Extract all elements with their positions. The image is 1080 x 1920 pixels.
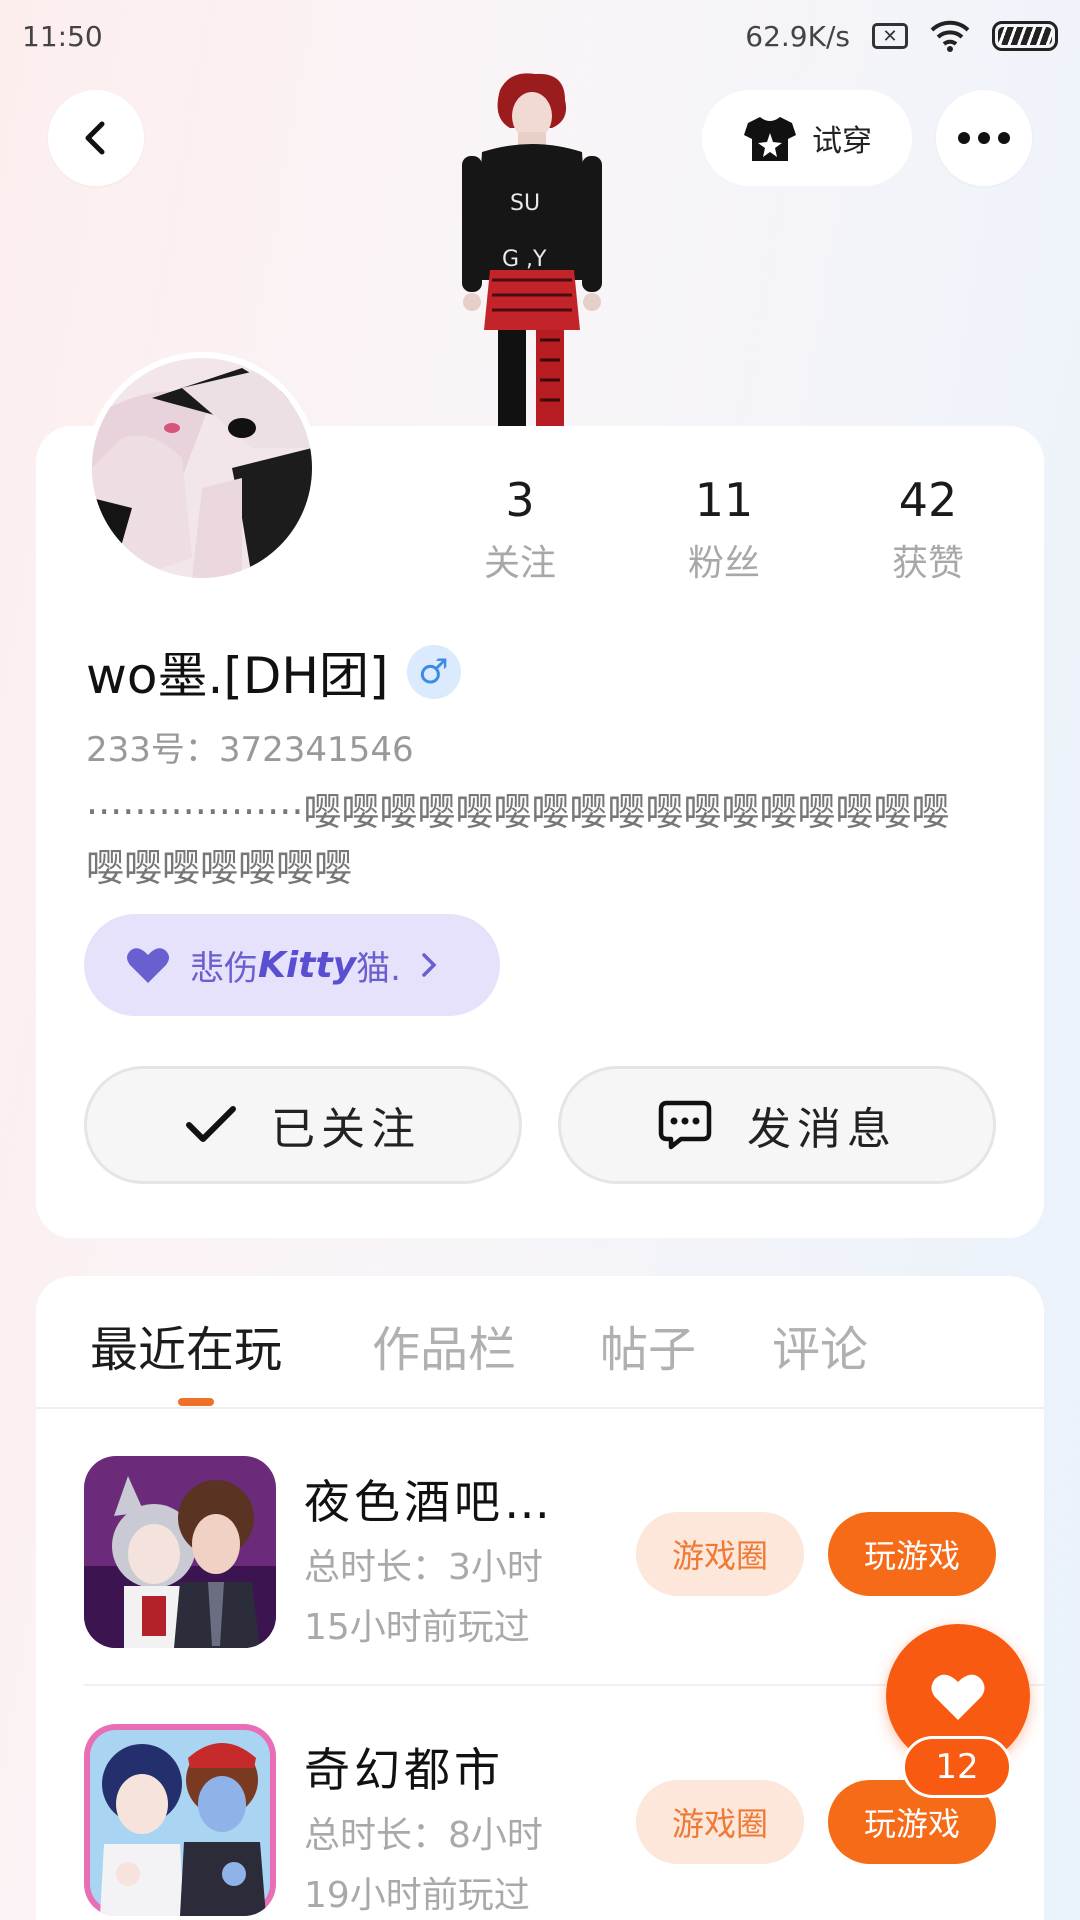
no-sim-icon: ✕ — [872, 23, 908, 49]
tab-posts[interactable]: 帖子 — [600, 1310, 696, 1380]
status-time: 11:50 — [22, 19, 103, 53]
stat-likes-label: 获赞 — [891, 543, 964, 584]
followed-label: 已关注 — [271, 1104, 421, 1155]
wifi-icon — [930, 20, 970, 52]
chat-bubble-icon — [658, 1100, 712, 1150]
chevron-right-icon — [422, 953, 437, 977]
tab-recently-played[interactable]: 最近在玩 — [90, 1310, 282, 1380]
avatar-image — [92, 358, 312, 578]
tab-comments[interactable]: 评论 — [772, 1310, 868, 1380]
game-icon[interactable] — [84, 1724, 276, 1916]
avatar[interactable] — [86, 352, 318, 584]
stat-likes-value: 42 — [898, 473, 958, 527]
bio: ··················嘤嘤嘤嘤嘤嘤嘤嘤嘤嘤嘤嘤嘤嘤嘤嘤嘤嘤嘤嘤嘤嘤… — [86, 790, 950, 890]
followed-button[interactable]: 已关注 — [84, 1066, 522, 1184]
message-button[interactable]: 发消息 — [558, 1066, 996, 1184]
guild-suffix: 猫. — [356, 948, 401, 989]
username: wo墨.[DH团] — [86, 647, 389, 705]
play-game-button[interactable]: 玩游戏 — [828, 1512, 996, 1596]
svg-text:SU: SU — [510, 191, 540, 216]
try-on-button[interactable]: 试穿 — [702, 90, 912, 186]
svg-text:G ,Y: G ,Y — [502, 247, 547, 272]
guild-name: Kitty — [258, 944, 357, 986]
game-name: 夜色酒吧… — [304, 1475, 554, 1529]
stat-fans-value: 11 — [694, 473, 754, 527]
heart-icon — [931, 1674, 985, 1720]
game-last-played: 19小时前玩过 — [304, 1875, 530, 1916]
game-row[interactable]: 夜色酒吧… 总时长：3小时 15小时前玩过 游戏圈 玩游戏 — [84, 1456, 1004, 1652]
stat-fans-label: 粉丝 — [687, 543, 760, 584]
message-label: 发消息 — [747, 1104, 897, 1155]
gender-male-icon: ♂ — [406, 645, 461, 699]
status-icons: 62.9K/s ✕ — [745, 20, 1058, 53]
game-row[interactable]: 奇幻都市 总时长：8小时 19小时前玩过 游戏圈 玩游戏 — [84, 1724, 1004, 1920]
more-button[interactable] — [936, 90, 1032, 186]
avatar-figure: SU G ,Y — [462, 73, 602, 426]
heart-icon — [127, 948, 169, 983]
tab-works[interactable]: 作品栏 — [372, 1310, 516, 1380]
game-last-played: 15小时前玩过 — [304, 1607, 530, 1648]
tabs-divider — [36, 1407, 1044, 1409]
stat-fans[interactable]: 11 粉丝 — [644, 470, 804, 586]
try-on-label: 试穿 — [812, 124, 872, 159]
tab-indicator — [178, 1398, 214, 1406]
stat-following-label: 关注 — [483, 543, 556, 584]
game-circle-button[interactable]: 游戏圈 — [636, 1512, 804, 1596]
stat-likes[interactable]: 42 获赞 — [848, 470, 1008, 586]
user-id: 233号：372341546 — [86, 730, 414, 770]
stat-following[interactable]: 3 关注 — [440, 470, 600, 586]
stats-row: 3 关注 11 粉丝 42 获赞 — [440, 470, 1040, 590]
guild-badge[interactable]: 悲伤 Kitty 猫. — [84, 914, 500, 1016]
game-icon[interactable] — [84, 1456, 276, 1648]
game-circle-button[interactable]: 游戏圈 — [636, 1780, 804, 1864]
shirt-star-icon — [744, 117, 796, 161]
status-bar: 11:50 62.9K/s ✕ — [0, 0, 1080, 72]
game-name: 奇幻都市 — [304, 1743, 504, 1797]
back-button[interactable] — [48, 90, 144, 186]
like-count-badge: 12 — [902, 1736, 1012, 1798]
username-row: wo墨.[DH团] ♂ — [86, 636, 461, 708]
net-speed: 62.9K/s — [745, 19, 850, 53]
more-icon — [958, 132, 1010, 144]
stat-following-value: 3 — [505, 473, 535, 527]
game-total-time: 总时长：3小时 — [304, 1547, 543, 1588]
back-icon — [85, 121, 105, 155]
battery-icon — [992, 21, 1058, 51]
check-icon — [186, 1106, 236, 1142]
game-total-time: 总时长：8小时 — [304, 1815, 543, 1856]
guild-prefix: 悲伤 — [190, 948, 258, 989]
